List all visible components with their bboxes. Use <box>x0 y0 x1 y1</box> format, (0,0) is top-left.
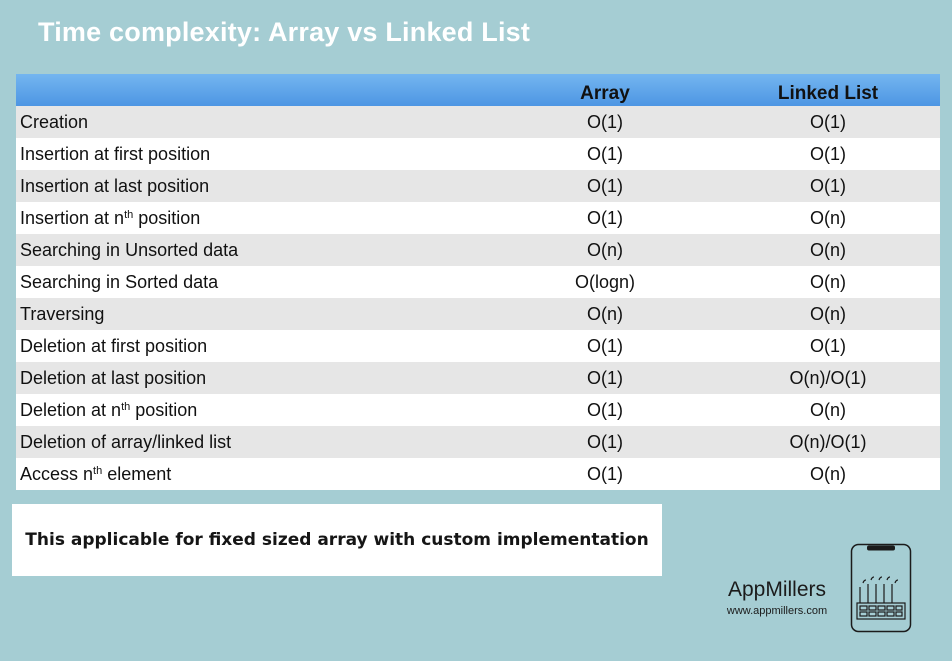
complexity-table: Array Linked List Creation O(1) O(1) Insert… <box>16 74 940 490</box>
array-complexity: O(1) <box>587 207 623 228</box>
operation-cell: Insertion at nth position <box>16 208 494 229</box>
header-array: Array <box>580 83 630 104</box>
table-row: Searching in Sorted data O(logn) O(n) <box>16 266 940 298</box>
array-complexity: O(n) <box>587 239 623 260</box>
operation-label: Deletion at n <box>20 399 122 420</box>
linked-list-complexity: O(n) <box>810 303 846 324</box>
array-complexity: O(1) <box>587 463 623 484</box>
operation-cell: Traversing <box>16 304 494 325</box>
operation-cell: Searching in Sorted data <box>16 272 494 293</box>
operation-label: Insertion at last position <box>20 175 210 196</box>
linked-list-complexity: O(1) <box>810 111 846 132</box>
operation-cell: Deletion of array/linked list <box>16 432 494 453</box>
operation-cell: Creation <box>16 112 494 133</box>
linked-list-complexity: O(1) <box>810 335 846 356</box>
table-row: Deletion at last position O(1) O(n)/O(1) <box>16 362 940 394</box>
linked-list-complexity: O(n)/O(1) <box>789 367 867 388</box>
table-row: Deletion of array/linked list O(1) O(n)/O(… <box>16 426 940 458</box>
linked-list-complexity: O(n) <box>810 463 846 484</box>
array-complexity: O(logn) <box>574 271 636 292</box>
table-row: Searching in Unsorted data O(n) O(n) <box>16 234 940 266</box>
ordinal-suffix: th <box>124 208 134 221</box>
table-row: Access nth element O(1) O(n) <box>16 458 940 490</box>
note-box: This applicable for fixed sized array wi… <box>12 504 662 576</box>
table-row: Insertion at nth position O(1) O(n) <box>16 202 940 234</box>
operation-label: Searching in Unsorted data <box>20 239 239 260</box>
operation-cell: Insertion at last position <box>16 176 494 197</box>
table-row: Creation O(1) O(1) <box>16 106 940 138</box>
operation-cell: Deletion at last position <box>16 368 494 389</box>
array-complexity: O(1) <box>587 143 623 164</box>
operation-label: Deletion at first position <box>20 335 208 356</box>
operation-label-rest: position <box>133 207 201 228</box>
operation-label: Searching in Sorted data <box>20 271 219 292</box>
table-header: Array Linked List <box>16 74 940 106</box>
operation-cell: Deletion at nth position <box>16 400 494 421</box>
operation-label: Deletion at last position <box>20 367 207 388</box>
operation-cell: Searching in Unsorted data <box>16 240 494 261</box>
operation-label-rest: position <box>130 399 198 420</box>
table-body: Creation O(1) O(1) Insertion at first posit… <box>16 106 940 490</box>
operation-label: Insertion at first position <box>20 143 211 164</box>
factory-phone-icon <box>850 543 912 633</box>
table-row: Deletion at nth position O(1) O(n) <box>16 394 940 426</box>
operation-label: Insertion at n <box>20 207 125 228</box>
linked-list-complexity: O(n) <box>810 239 846 260</box>
ordinal-suffix: th <box>121 400 131 413</box>
linked-list-complexity: O(1) <box>810 143 846 164</box>
operation-label-rest: element <box>102 463 172 484</box>
table-row: Traversing O(n) O(n) <box>16 298 940 330</box>
brand-url: www.appmillers.com <box>726 605 828 617</box>
linked-list-complexity: O(n)/O(1) <box>789 431 867 452</box>
table-row: Insertion at last position O(1) O(1) <box>16 170 940 202</box>
array-complexity: O(1) <box>587 431 623 452</box>
brand-name: AppMillers <box>727 578 827 601</box>
operation-cell: Insertion at first position <box>16 144 494 165</box>
operation-label: Deletion of array/linked list <box>20 431 232 452</box>
array-complexity: O(1) <box>587 175 623 196</box>
array-complexity: O(1) <box>587 111 623 132</box>
note-text: This applicable for fixed sized array wi… <box>25 530 649 550</box>
operation-label: Creation <box>20 111 89 132</box>
operation-label: Traversing <box>20 303 105 324</box>
table-row: Insertion at first position O(1) O(1) <box>16 138 940 170</box>
array-complexity: O(1) <box>587 367 623 388</box>
brand: AppMillers www.appmillers.com <box>712 578 842 617</box>
linked-list-complexity: O(1) <box>810 175 846 196</box>
array-complexity: O(1) <box>587 399 623 420</box>
ordinal-suffix: th <box>93 464 103 477</box>
page-title: Time complexity: Array vs Linked List <box>38 17 531 47</box>
array-complexity: O(n) <box>587 303 623 324</box>
operation-cell: Deletion at first position <box>16 336 494 357</box>
operation-cell: Access nth element <box>16 464 494 485</box>
linked-list-complexity: O(n) <box>810 271 846 292</box>
linked-list-complexity: O(n) <box>810 399 846 420</box>
table-row: Deletion at first position O(1) O(1) <box>16 330 940 362</box>
operation-label: Access n <box>20 463 94 484</box>
array-complexity: O(1) <box>587 335 623 356</box>
linked-list-complexity: O(n) <box>810 207 846 228</box>
header-linked-list: Linked List <box>777 83 879 104</box>
